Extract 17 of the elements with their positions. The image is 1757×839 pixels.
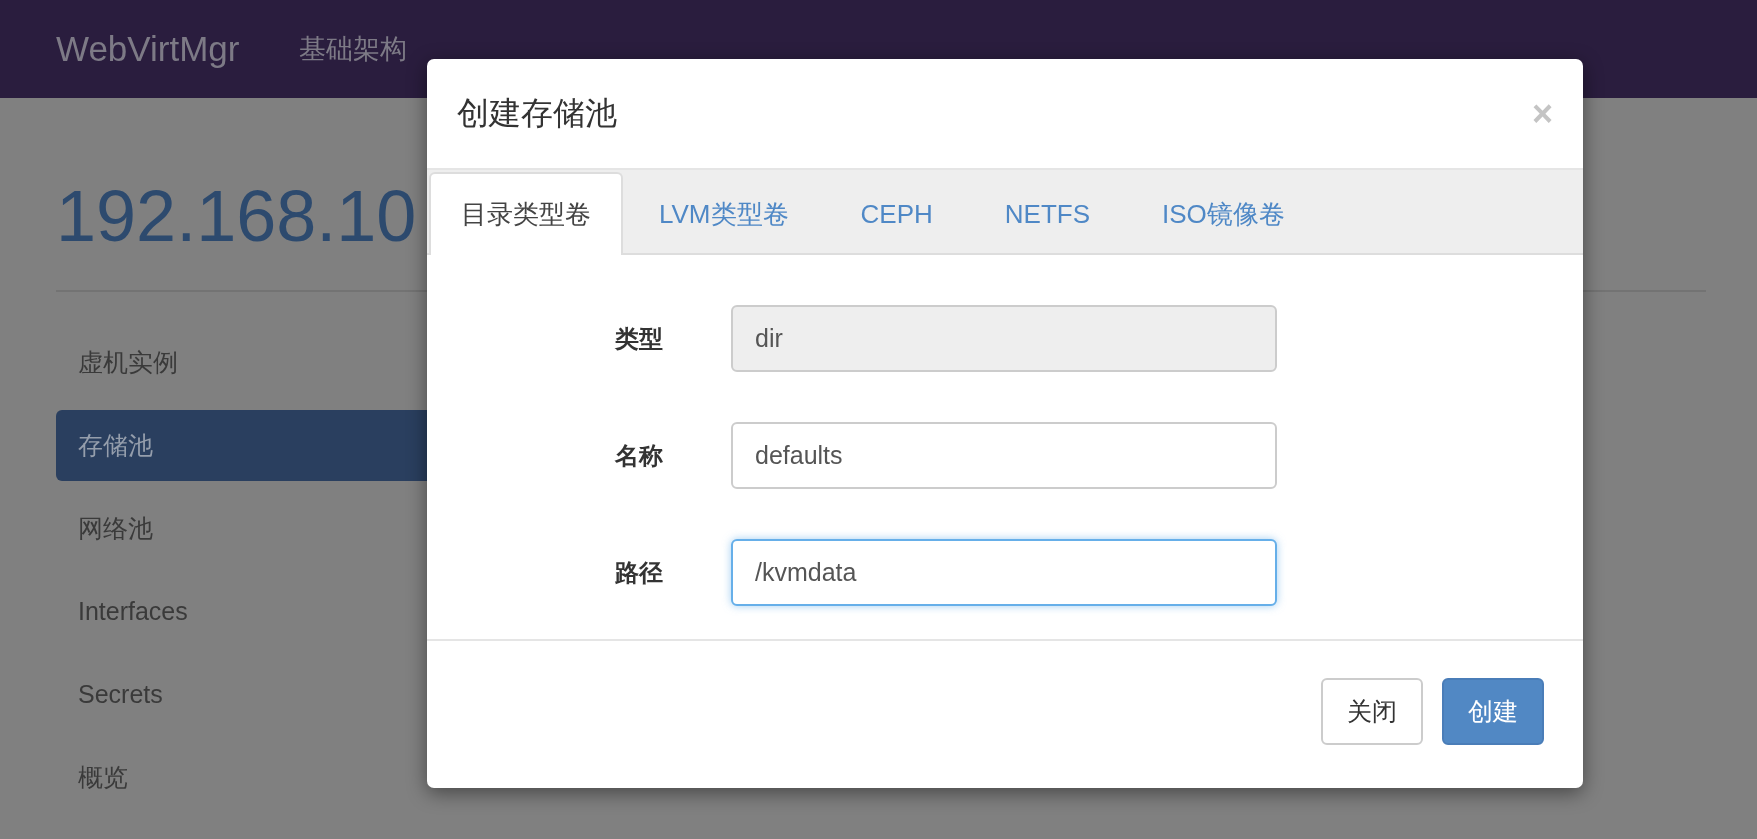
modal-title: 创建存储池 (457, 93, 617, 133)
close-button[interactable]: × (1531, 95, 1553, 132)
field-label: 类型 (615, 323, 664, 354)
input-field[interactable]: /kvmdata (731, 539, 1277, 606)
field-label: 名称 (615, 440, 664, 471)
page-heading: 192.168.10 (56, 180, 417, 252)
input-field[interactable]: defaults (731, 422, 1277, 489)
tab[interactable]: NETFS (968, 172, 1126, 255)
tab[interactable]: LVM类型卷 (623, 172, 825, 255)
tab[interactable]: ISO镜像卷 (1126, 172, 1321, 255)
close-dialog-button[interactable]: 关闭 (1321, 678, 1423, 745)
brand-link[interactable]: WebVirtMgr (56, 29, 240, 69)
field-label: 路径 (615, 557, 664, 588)
create-button[interactable]: 创建 (1442, 678, 1544, 745)
tab[interactable]: CEPH (824, 172, 969, 255)
tab[interactable]: 目录类型卷 (429, 172, 623, 255)
nav-link[interactable]: 基础架构 (299, 31, 408, 67)
